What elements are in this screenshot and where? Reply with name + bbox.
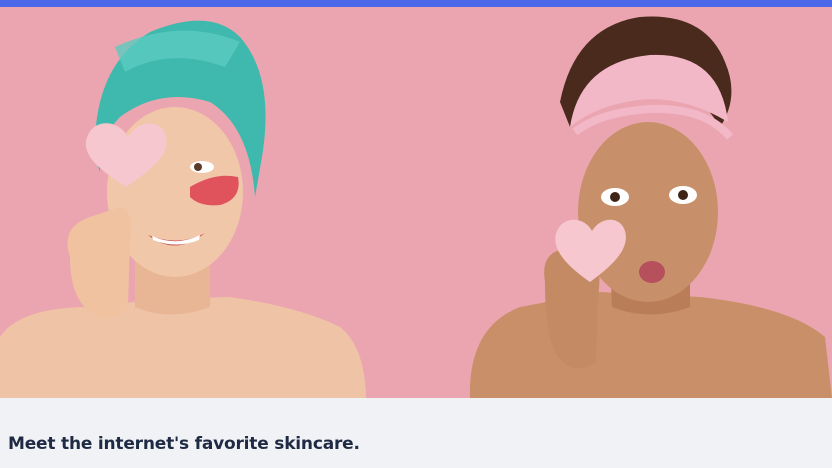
headline-section: Meet the internet's favorite skincare.	[0, 398, 832, 468]
top-accent-bar	[0, 0, 832, 7]
woman-left	[0, 20, 366, 398]
hero-banner-image	[0, 7, 832, 398]
woman-right	[469, 16, 832, 398]
page-headline: Meet the internet's favorite skincare.	[8, 434, 360, 454]
